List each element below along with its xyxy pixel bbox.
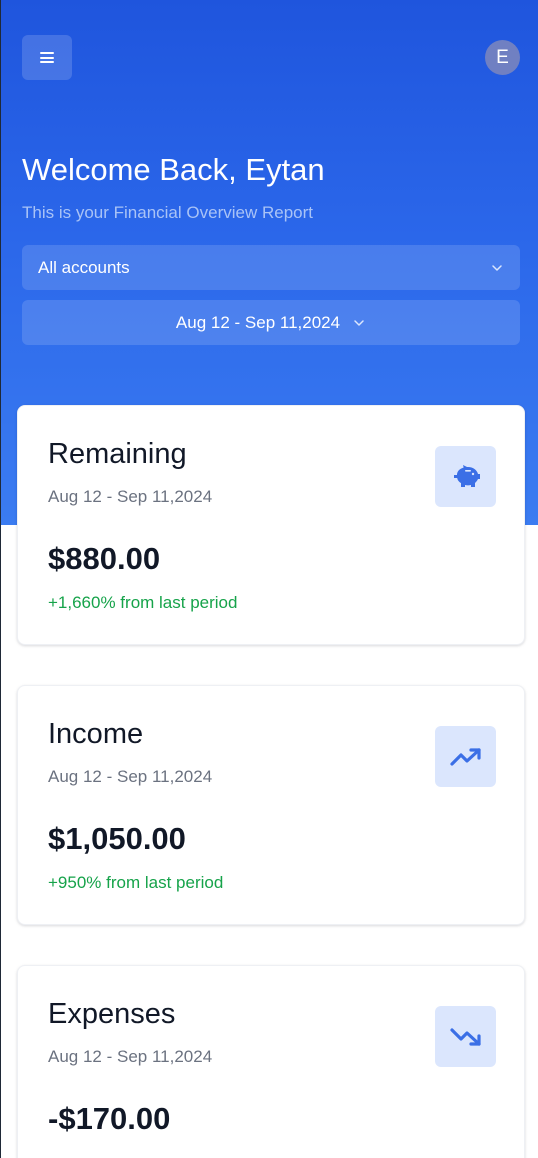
trending-up-icon <box>449 747 481 766</box>
trending-down-icon <box>449 1027 481 1046</box>
card-icon-button <box>435 1006 496 1067</box>
card-change: +1,660% from last period <box>48 593 238 612</box>
card-amount: $1,050.00 <box>48 821 186 856</box>
expenses-card: Expenses Aug 12 - Sep 11,2024 -$170.00 <box>17 965 525 1158</box>
piggy-bank-icon <box>453 464 480 487</box>
hamburger-menu-icon <box>40 52 54 63</box>
account-select-value: All accounts <box>38 257 130 277</box>
chevron-down-icon <box>354 319 364 326</box>
card-title: Income <box>48 718 144 750</box>
card-change: +950% from last period <box>48 873 224 892</box>
card-amount: -$170.00 <box>48 1101 171 1136</box>
chevron-down-icon <box>492 264 502 271</box>
card-title: Expenses <box>48 998 176 1030</box>
card-title: Remaining <box>48 438 187 470</box>
remaining-card: Remaining Aug 12 - Sep 11,2024 $880.00 +… <box>17 405 525 645</box>
card-icon-button <box>435 446 496 507</box>
date-range-value: Aug 12 - Sep 11,2024 <box>175 312 341 332</box>
menu-button[interactable] <box>22 35 72 80</box>
report-subtitle: This is your Financial Overview Report <box>22 203 313 222</box>
card-date-range: Aug 12 - Sep 11,2024 <box>48 487 213 506</box>
user-avatar[interactable]: E <box>485 40 520 75</box>
welcome-heading: Welcome Back, Eytan <box>22 152 325 187</box>
income-card: Income Aug 12 - Sep 11,2024 $1,050.00 +9… <box>17 685 525 925</box>
card-icon-button <box>435 726 496 787</box>
card-amount: $880.00 <box>48 541 161 576</box>
card-date-range: Aug 12 - Sep 11,2024 <box>48 1047 213 1066</box>
account-select[interactable]: All accounts <box>22 245 520 290</box>
card-date-range: Aug 12 - Sep 11,2024 <box>48 767 213 786</box>
date-range-picker[interactable]: Aug 12 - Sep 11,2024 <box>22 300 520 345</box>
